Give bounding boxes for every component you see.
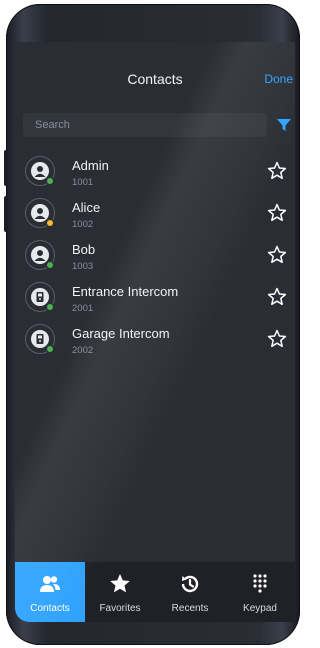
user-avatar-icon — [25, 198, 55, 228]
tab-label: Contacts — [30, 603, 70, 614]
favorite-star-icon[interactable] — [267, 161, 287, 181]
user-avatar-icon — [25, 156, 55, 186]
contact-row[interactable]: Alice 1002 — [15, 192, 295, 234]
contact-name: Bob — [72, 242, 96, 257]
volume-button — [4, 196, 8, 232]
contact-row[interactable]: Admin 1001 — [15, 150, 295, 192]
tab-keypad[interactable]: Keypad — [225, 562, 295, 622]
tab-recents[interactable]: Recents — [155, 562, 225, 622]
status-indicator — [46, 345, 54, 353]
status-indicator — [46, 303, 54, 311]
tab-bar: Contacts Favorites Recents Keypad — [15, 562, 295, 622]
volume-button — [4, 150, 8, 186]
contact-name: Entrance Intercom — [72, 284, 179, 299]
page-title: Contacts — [127, 71, 183, 87]
favorite-star-icon[interactable] — [267, 329, 287, 349]
contact-name: Admin — [72, 158, 109, 173]
status-indicator — [46, 261, 54, 269]
done-button[interactable]: Done — [264, 72, 293, 86]
contact-number: 1001 — [72, 177, 94, 188]
favorite-star-icon[interactable] — [267, 287, 287, 307]
search-input[interactable]: Search — [23, 113, 267, 137]
favorite-star-icon[interactable] — [267, 203, 287, 223]
intercom-avatar-icon — [25, 282, 55, 312]
recents-icon — [181, 575, 199, 593]
tab-label: Keypad — [243, 603, 277, 614]
contact-row[interactable]: Garage Intercom 2002 — [15, 318, 295, 360]
contact-number: 1003 — [72, 261, 94, 272]
star-icon — [110, 574, 130, 593]
contact-row[interactable]: Entrance Intercom 2001 — [15, 276, 295, 318]
status-indicator — [46, 219, 54, 227]
contacts-icon — [40, 576, 60, 592]
tab-label: Favorites — [99, 603, 141, 614]
contact-number: 1002 — [72, 219, 94, 230]
contact-name: Garage Intercom — [72, 326, 170, 341]
favorite-star-icon[interactable] — [267, 245, 287, 265]
app-screen: Contacts Done Search Admin 1001 Alice 10… — [15, 42, 295, 622]
user-avatar-icon — [25, 240, 55, 270]
contact-name: Alice — [72, 200, 101, 215]
contact-number: 2001 — [72, 303, 94, 314]
status-indicator — [46, 177, 54, 185]
tab-favorites[interactable]: Favorites — [85, 562, 155, 622]
tab-contacts[interactable]: Contacts — [15, 562, 85, 622]
contact-number: 2002 — [72, 345, 94, 356]
intercom-avatar-icon — [25, 324, 55, 354]
keypad-icon — [253, 574, 267, 593]
filter-icon[interactable] — [277, 118, 291, 132]
header: Contacts Done — [15, 42, 295, 106]
contact-row[interactable]: Bob 1003 — [15, 234, 295, 276]
tab-label: Recents — [171, 603, 209, 614]
